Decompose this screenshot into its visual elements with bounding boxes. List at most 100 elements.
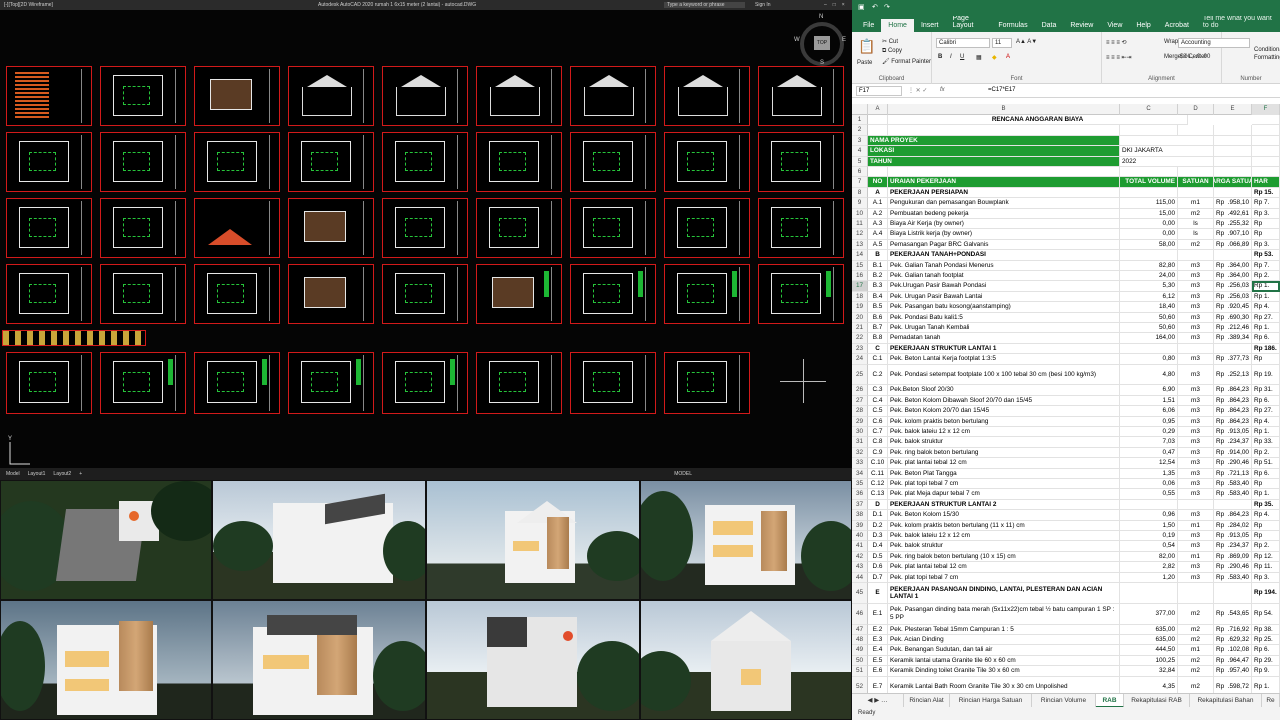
cell-volume[interactable]: 377,00 bbox=[1120, 603, 1178, 625]
cell-currency[interactable]: Rp bbox=[1214, 229, 1228, 240]
drawing-sheet[interactable] bbox=[6, 66, 92, 126]
row-number[interactable]: 14 bbox=[852, 250, 868, 261]
cell-harga[interactable]: Rp 7. bbox=[1252, 260, 1280, 271]
cell-uraian[interactable]: Pek.Urugan Pasir Bawah Pondasi bbox=[888, 281, 1120, 292]
cell-harga[interactable]: Rp 1. bbox=[1252, 323, 1280, 334]
cell-no[interactable]: B.3 bbox=[868, 281, 888, 292]
row-number[interactable]: 23 bbox=[852, 343, 868, 355]
tab-insert[interactable]: Insert bbox=[914, 19, 946, 32]
cell-uraian[interactable]: Pek. Pondasi setempat footplate 100 x 10… bbox=[888, 364, 1120, 386]
row-number[interactable]: 15 bbox=[852, 260, 868, 271]
cell-volume[interactable]: 12,54 bbox=[1120, 458, 1178, 469]
save-icon[interactable]: ▣ bbox=[858, 3, 865, 11]
cell-harga-satuan[interactable]: 95.364,00 bbox=[1228, 271, 1252, 282]
cell-currency[interactable]: Rp bbox=[1214, 635, 1228, 646]
row-number[interactable]: 12 bbox=[852, 229, 868, 240]
cell-harga[interactable] bbox=[1252, 125, 1280, 136]
drawing-sheet[interactable] bbox=[288, 66, 374, 126]
cell-info-value[interactable]: 2022 bbox=[1120, 156, 1214, 167]
drawing-sheet[interactable] bbox=[570, 198, 656, 258]
cell-no[interactable]: D.7 bbox=[868, 572, 888, 583]
row-number[interactable]: 41 bbox=[852, 541, 868, 552]
cell-uraian[interactable]: Biaya Listrik kerja (by owner) bbox=[888, 229, 1120, 240]
cell-harga[interactable]: Rp 9. bbox=[1252, 666, 1280, 677]
row-number[interactable]: 26 bbox=[852, 385, 868, 396]
cell-satuan[interactable]: m2 bbox=[1178, 655, 1214, 667]
cell-harga[interactable]: Rp 51. bbox=[1252, 458, 1280, 469]
cell-no[interactable]: A.5 bbox=[868, 239, 888, 251]
cell-uraian[interactable]: Pek. plat Meja dapur tebal 7 cm bbox=[888, 489, 1120, 500]
cell-volume[interactable]: 100,25 bbox=[1120, 655, 1178, 667]
row-number[interactable]: 25 bbox=[852, 364, 868, 386]
viewcube-west[interactable]: W bbox=[794, 37, 800, 43]
cell-no[interactable]: C.4 bbox=[868, 395, 888, 407]
cell-harga[interactable]: Rp 19. bbox=[1252, 364, 1280, 386]
cell-harga-satuan[interactable]: 4.524.864,23 bbox=[1228, 385, 1252, 396]
cell-harga[interactable]: Rp 3. bbox=[1252, 208, 1280, 219]
cell-currency[interactable]: Rp bbox=[1214, 209, 1228, 219]
cell-harga-satuan[interactable]: 296.256,03 bbox=[1228, 291, 1252, 303]
undo-icon[interactable]: ↶ bbox=[872, 3, 878, 11]
cell-currency[interactable]: Rp bbox=[1214, 625, 1228, 635]
row-number[interactable]: 13 bbox=[852, 239, 868, 251]
cell-volume[interactable]: 7,03 bbox=[1120, 437, 1178, 448]
sheet-tab-rekapitulasi-bahan[interactable]: Rekapitulasi Bahan bbox=[1190, 694, 1262, 708]
cell-no[interactable]: D.2 bbox=[868, 520, 888, 531]
cell-no[interactable]: C.9 bbox=[868, 447, 888, 459]
cell-harga-satuan[interactable]: 147.869,09 bbox=[1228, 551, 1252, 563]
tab-layout2[interactable]: Layout2 bbox=[53, 471, 71, 477]
drawing-sheet[interactable] bbox=[194, 352, 280, 414]
cell-harga[interactable]: Rp 3. bbox=[1252, 572, 1280, 583]
cell-satuan[interactable]: m3 bbox=[1178, 333, 1214, 344]
cell-harga-satuan[interactable]: 144.543,65 bbox=[1228, 603, 1252, 625]
row-number[interactable]: 50 bbox=[852, 655, 868, 667]
drawing-sheet[interactable] bbox=[664, 264, 750, 324]
cell-uraian[interactable]: Pek. Benangan Sudutan, dan tali air bbox=[888, 645, 1120, 656]
cell-satuan[interactable]: ls bbox=[1178, 219, 1214, 230]
tab-review[interactable]: Review bbox=[1063, 19, 1100, 32]
row-number[interactable]: 29 bbox=[852, 416, 868, 427]
cell-volume[interactable]: 0,80 bbox=[1120, 354, 1178, 365]
cell[interactable] bbox=[1252, 156, 1280, 167]
cell-harga-satuan[interactable]: 38.389,34 bbox=[1228, 333, 1252, 344]
cell-currency[interactable]: Rp bbox=[1214, 261, 1228, 271]
cell-no[interactable]: E.2 bbox=[868, 624, 888, 635]
cell-no[interactable]: NO bbox=[868, 177, 888, 188]
row-number[interactable]: 10 bbox=[852, 208, 868, 219]
drawing-sheet[interactable] bbox=[382, 264, 468, 324]
cell-uraian[interactable]: Pek. Pasangan dinding bata merah (5x11x2… bbox=[888, 603, 1120, 625]
tab-acrobat[interactable]: Acrobat bbox=[1158, 19, 1196, 32]
cell-no[interactable]: A.4 bbox=[868, 229, 888, 240]
cell-uraian[interactable]: Pek. plat lantai tebal 12 cm bbox=[888, 562, 1120, 573]
row-number[interactable]: 3 bbox=[852, 135, 868, 147]
viewcube-south[interactable]: S bbox=[820, 60, 824, 66]
row-number[interactable]: 32 bbox=[852, 447, 868, 459]
viewcube-top-face[interactable]: TOP bbox=[814, 36, 830, 50]
cell-harga[interactable]: Rp 6. bbox=[1252, 468, 1280, 479]
cell-no[interactable]: C.2 bbox=[868, 364, 888, 386]
cell-currency[interactable]: Rp bbox=[1214, 645, 1228, 656]
cell-volume[interactable]: 82,80 bbox=[1120, 260, 1178, 271]
row-number[interactable]: 42 bbox=[852, 551, 868, 563]
bold-button[interactable]: B bbox=[938, 54, 942, 60]
align-top-icons[interactable]: ≡ ≡ ≡ ⟲ bbox=[1106, 39, 1127, 46]
cell-satuan[interactable]: m3 bbox=[1178, 479, 1214, 490]
cell-no[interactable]: B.7 bbox=[868, 323, 888, 334]
cell[interactable] bbox=[1252, 115, 1280, 126]
cell-currency[interactable]: Rp bbox=[1214, 354, 1228, 365]
cell-currency[interactable]: Rp bbox=[1214, 510, 1228, 521]
cell-harga-satuan[interactable]: 40.629,32 bbox=[1228, 635, 1252, 646]
cell-currency[interactable]: Rp bbox=[1214, 437, 1228, 448]
cell-uraian[interactable]: Pek. balok lateiu 12 x 12 cm bbox=[888, 531, 1120, 542]
row-number[interactable]: 11 bbox=[852, 219, 868, 230]
paste-icon[interactable]: 📋 bbox=[858, 38, 875, 55]
cell-currency[interactable]: Rp bbox=[1214, 198, 1228, 209]
cell-satuan[interactable]: m3 bbox=[1178, 291, 1214, 303]
sheet-tab-rincian-volume[interactable]: Rincian Volume bbox=[1032, 694, 1096, 708]
cell-satuan[interactable] bbox=[1178, 583, 1214, 604]
cell-currency[interactable]: Rp bbox=[1214, 531, 1228, 542]
cell-harga-satuan[interactable] bbox=[1228, 125, 1252, 136]
drawing-sheet[interactable] bbox=[570, 66, 656, 126]
cell-harga[interactable]: Rp 194. bbox=[1252, 583, 1280, 604]
row-number[interactable]: 34 bbox=[852, 468, 868, 479]
